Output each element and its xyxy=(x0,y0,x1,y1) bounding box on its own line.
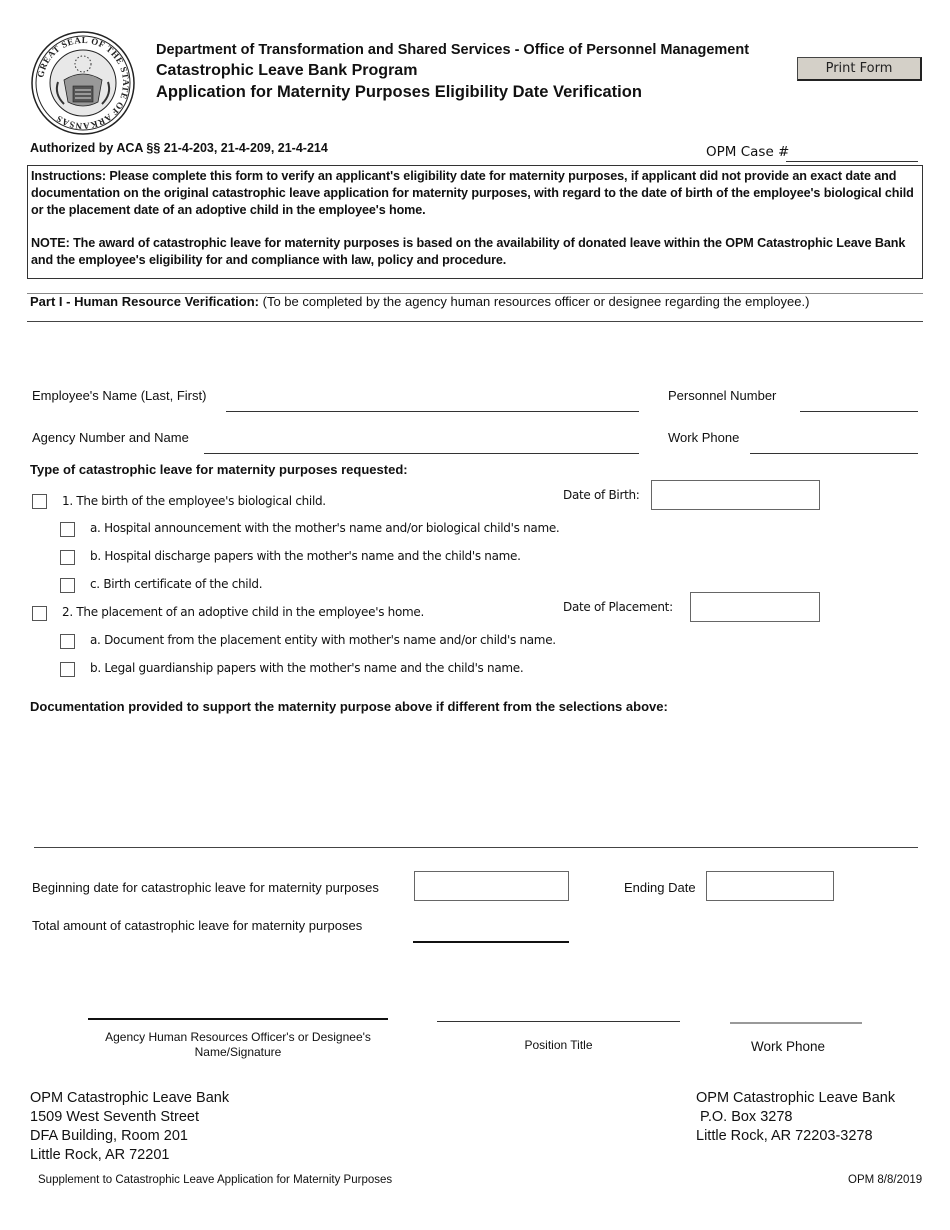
date-of-placement-input[interactable] xyxy=(690,592,820,622)
physical-address: OPM Catastrophic Leave Bank 1509 West Se… xyxy=(30,1089,229,1165)
ending-date-input[interactable] xyxy=(706,871,834,901)
hospital-announcement-label: a. Hospital announcement with the mother… xyxy=(90,521,560,535)
placement-document-label: a. Document from the placement entity wi… xyxy=(90,633,556,647)
state-seal-icon: GREAT SEAL OF THE STATE OF ARKANSAS xyxy=(30,30,136,136)
documentation-heading: Documentation provided to support the ma… xyxy=(30,699,668,714)
officer-label-line1: Agency Human Resources Officer's or Desi… xyxy=(105,1030,371,1044)
instructions-box: Instructions: Please complete this form … xyxy=(27,165,923,279)
address-line: P.O. Box 3278 xyxy=(696,1109,793,1125)
hospital-announcement-checkbox[interactable] xyxy=(60,522,75,537)
print-form-button[interactable]: Print Form xyxy=(797,57,922,81)
employee-name-input[interactable] xyxy=(226,394,639,412)
address-line: Little Rock, AR 72203-3278 xyxy=(696,1128,873,1144)
position-title-label: Position Title xyxy=(524,1038,593,1052)
work-phone-label: Work Phone xyxy=(668,430,740,445)
total-leave-label: Total amount of catastrophic leave for m… xyxy=(32,918,363,933)
officer-signature-label: Agency Human Resources Officer's or Desi… xyxy=(88,1030,388,1060)
personnel-number-input[interactable] xyxy=(800,394,918,412)
footer-form-title: Supplement to Catastrophic Leave Applica… xyxy=(38,1174,393,1186)
seal-graphic: GREAT SEAL OF THE STATE OF ARKANSAS xyxy=(31,31,135,135)
position-title-input[interactable] xyxy=(437,1004,680,1022)
discharge-papers-label: b. Hospital discharge papers with the mo… xyxy=(90,549,521,563)
adoption-option-label: 2. The placement of an adoptive child in… xyxy=(62,605,424,619)
agency-label: Agency Number and Name xyxy=(32,430,189,445)
leave-type-heading: Type of catastrophic leave for maternity… xyxy=(30,462,408,477)
mailing-address: OPM Catastrophic Leave Bank P.O. Box 327… xyxy=(696,1089,895,1146)
part1-heading: Part I - Human Resource Verification: (T… xyxy=(30,294,809,309)
adoption-checkbox[interactable] xyxy=(32,606,47,621)
address-line: OPM Catastrophic Leave Bank xyxy=(696,1090,896,1106)
officer-label-line2: Name/Signature xyxy=(194,1045,282,1059)
documentation-underline xyxy=(34,847,918,848)
total-leave-input[interactable] xyxy=(413,925,569,943)
beginning-date-input[interactable] xyxy=(414,871,569,901)
address-line: DFA Building, Room 201 xyxy=(30,1128,188,1144)
beginning-date-label: Beginning date for catastrophic leave fo… xyxy=(32,880,379,895)
placement-document-checkbox[interactable] xyxy=(60,634,75,649)
part1-title: Part I - Human Resource Verification: xyxy=(30,294,260,309)
guardianship-papers-checkbox[interactable] xyxy=(60,662,75,677)
program-title: Catastrophic Leave Bank Program xyxy=(156,62,418,79)
ending-date-label: Ending Date xyxy=(624,880,696,895)
opm-case-label: OPM Case # xyxy=(706,144,790,160)
address-line: Little Rock, AR 72201 xyxy=(30,1147,170,1163)
birth-option-label: 1. The birth of the employee's biologica… xyxy=(62,494,326,508)
opm-case-input[interactable] xyxy=(786,144,918,162)
agency-input[interactable] xyxy=(204,436,639,454)
officer-phone-input[interactable] xyxy=(730,1006,862,1024)
employee-name-label: Employee's Name (Last, First) xyxy=(32,388,207,403)
birth-certificate-label: c. Birth certificate of the child. xyxy=(90,577,263,591)
date-of-placement-label: Date of Placement: xyxy=(563,600,673,614)
divider xyxy=(27,321,923,322)
personnel-number-label: Personnel Number xyxy=(668,388,777,403)
guardianship-papers-label: b. Legal guardianship papers with the mo… xyxy=(90,661,524,675)
discharge-papers-checkbox[interactable] xyxy=(60,550,75,565)
footer-form-version: OPM 8/8/2019 xyxy=(848,1174,923,1186)
documentation-input[interactable] xyxy=(32,720,918,844)
authorization-text: Authorized by ACA §§ 21-4-203, 21-4-209,… xyxy=(30,141,328,155)
address-line: OPM Catastrophic Leave Bank xyxy=(30,1090,230,1106)
officer-signature-input[interactable] xyxy=(88,1002,388,1020)
department-title: Department of Transformation and Shared … xyxy=(156,42,750,58)
birth-certificate-checkbox[interactable] xyxy=(60,578,75,593)
note-text: NOTE: The award of catastrophic leave fo… xyxy=(31,236,906,267)
instructions-text: Instructions: Please complete this form … xyxy=(31,169,914,217)
address-line: 1509 West Seventh Street xyxy=(30,1109,200,1125)
form-title: Application for Maternity Purposes Eligi… xyxy=(156,83,642,101)
part1-subtitle: (To be completed by the agency human res… xyxy=(259,294,810,309)
date-of-birth-input[interactable] xyxy=(651,480,820,510)
work-phone-input[interactable] xyxy=(750,436,918,454)
birth-checkbox[interactable] xyxy=(32,494,47,509)
officer-phone-label: Work Phone xyxy=(750,1039,826,1054)
date-of-birth-label: Date of Birth: xyxy=(563,488,640,502)
